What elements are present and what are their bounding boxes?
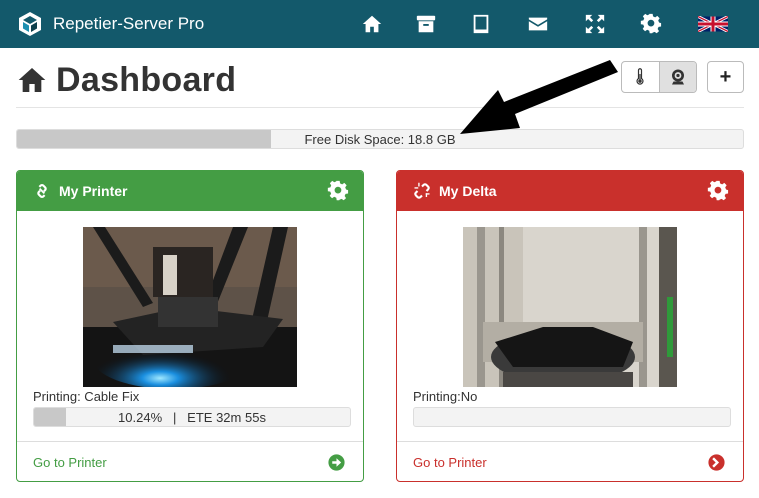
view-toggle-group	[621, 61, 697, 93]
arrow-circle-right-icon	[708, 454, 725, 471]
printer-card: My Printer Printing: Cable Fix 10.24% | …	[16, 170, 364, 482]
temperature-view-button[interactable]	[622, 62, 659, 92]
print-progress-bar	[413, 407, 731, 427]
printer-settings-gear-icon[interactable]	[327, 180, 349, 202]
printer-card-header[interactable]: My Printer	[17, 171, 363, 211]
home-icon	[18, 68, 46, 92]
envelope-icon[interactable]	[526, 12, 550, 36]
webcam-view-button[interactable]	[658, 62, 696, 92]
printer-card: My Delta Printing:No Go to Printer	[396, 170, 744, 482]
printer-status-text: Printing: Cable Fix	[33, 389, 140, 404]
print-progress-label: 10.24% | ETE 32m 55s	[118, 410, 266, 425]
tablet-icon[interactable]	[469, 12, 493, 36]
link-icon	[37, 183, 47, 199]
disk-space-bar: Free Disk Space: 18.8 GB	[16, 129, 744, 149]
page-title: Dashboard	[16, 58, 236, 102]
print-progress-bar: 10.24% | ETE 32m 55s	[33, 407, 351, 427]
home-icon[interactable]	[360, 12, 384, 36]
go-to-printer-label: Go to Printer	[33, 455, 107, 470]
add-printer-button[interactable]: +	[707, 61, 744, 93]
webcam-icon	[671, 69, 684, 85]
fullscreen-icon[interactable]	[583, 12, 607, 36]
page-title-text: Dashboard	[56, 60, 237, 99]
print-progress-label	[414, 408, 730, 426]
annotation-arrow-icon	[460, 60, 618, 134]
printer-status-text: Printing:No	[413, 389, 478, 404]
printer-card-header[interactable]: My Delta	[397, 171, 743, 211]
go-to-printer-link[interactable]: Go to Printer	[17, 441, 363, 481]
brand[interactable]: Repetier-Server Pro	[17, 10, 204, 38]
uk-flag-icon[interactable]	[697, 12, 729, 36]
archive-icon[interactable]	[414, 12, 438, 36]
header-divider	[16, 107, 744, 108]
printer-name: My Delta	[439, 183, 497, 199]
top-navbar: Repetier-Server Pro	[0, 0, 759, 48]
repetier-logo-icon	[19, 12, 41, 36]
disk-space-label: Free Disk Space: 18.8 GB	[304, 132, 456, 147]
printer-webcam-image[interactable]	[463, 227, 677, 387]
thermometer-icon	[636, 68, 645, 85]
arrow-circle-right-icon	[328, 454, 345, 471]
app-title: Repetier-Server Pro	[53, 14, 205, 33]
printer-settings-gear-icon[interactable]	[707, 180, 729, 202]
broken-link-icon	[414, 182, 430, 199]
go-to-printer-label: Go to Printer	[413, 455, 487, 470]
gear-icon[interactable]	[639, 12, 663, 36]
printer-webcam-image[interactable]	[83, 227, 297, 387]
go-to-printer-link[interactable]: Go to Printer	[397, 441, 743, 481]
printer-name: My Printer	[59, 183, 128, 199]
